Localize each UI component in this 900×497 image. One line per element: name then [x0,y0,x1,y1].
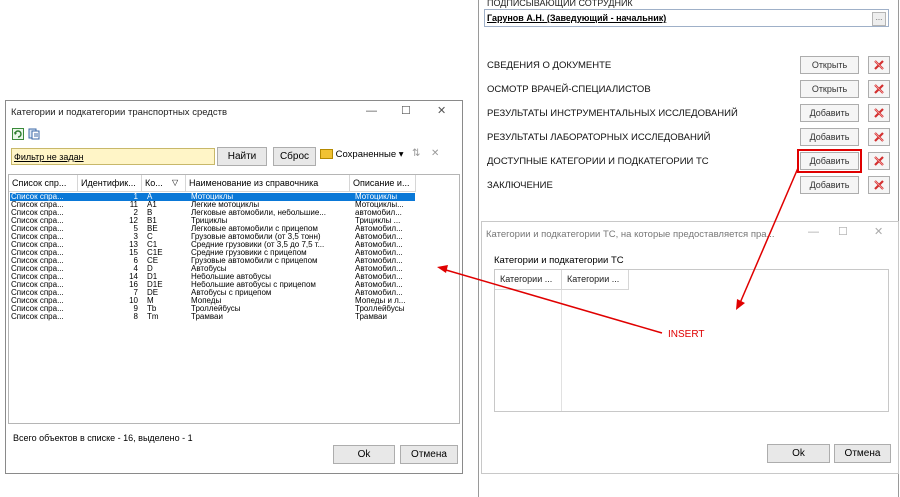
insert-annotation: INSERT [668,329,705,340]
arrow-to-list [445,269,663,334]
arrow-to-dialog [739,167,799,304]
arrowhead [437,265,448,273]
annotation-arrows [437,167,799,334]
